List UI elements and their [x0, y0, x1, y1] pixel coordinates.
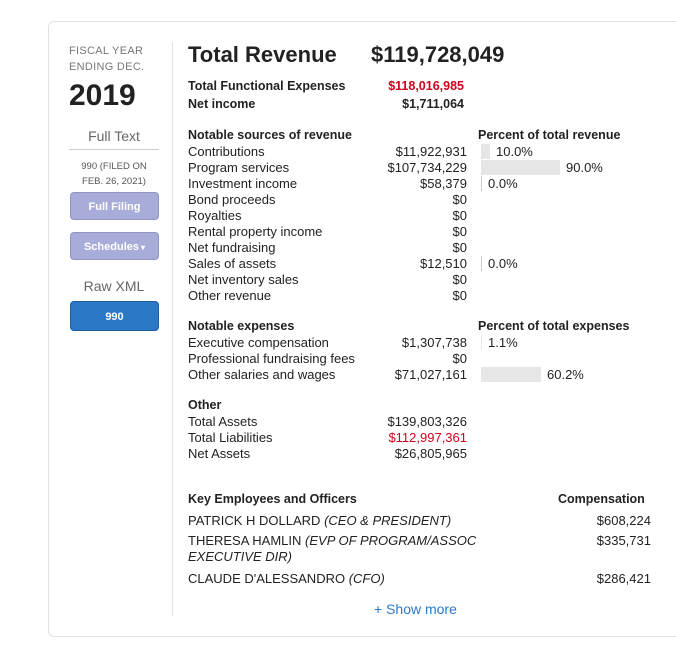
percent-label: 10.0% — [496, 144, 533, 159]
expense-row-value: $0 — [452, 351, 467, 366]
other-row-value: $139,803,326 — [387, 414, 467, 429]
total-revenue-label: Total Revenue — [188, 42, 337, 67]
revenue-row-label: Bond proceeds — [188, 192, 276, 207]
filed-date: 990 (FILED ON FEB. 26, 2021) — [69, 159, 159, 189]
fiscal-year: 2019 — [69, 79, 136, 112]
revenue-row-value: $0 — [452, 240, 467, 255]
expense-row-label: Professional fundraising fees — [188, 351, 355, 366]
expenses-pct-heading: Percent of total expenses — [478, 319, 630, 333]
percent-bar — [481, 160, 560, 175]
percent-label: 1.1% — [488, 335, 518, 350]
revenue-row-label: Contributions — [188, 144, 265, 159]
percent-label: 60.2% — [547, 367, 584, 382]
revenue-row-value: $0 — [452, 272, 467, 287]
revenue-row-label: Investment income — [188, 176, 298, 191]
employee-name: THERESA HAMLIN — [188, 533, 302, 548]
left-divider — [69, 149, 159, 150]
raw-xml-link[interactable]: Raw XML — [69, 278, 159, 294]
percent-label: 0.0% — [488, 176, 518, 191]
revenue-row-value: $0 — [452, 208, 467, 223]
employee-entry: THERESA HAMLIN (EVP OF PROGRAM/ASSOC EXE… — [188, 533, 548, 565]
revenue-row-value: $11,922,931 — [395, 144, 467, 159]
other-row-value: $26,805,965 — [394, 446, 467, 461]
other-row-label: Total Liabilities — [188, 430, 273, 445]
percent-label: 0.0% — [488, 256, 518, 271]
employee-title: (CFO) — [348, 571, 385, 586]
expense-row-label: Executive compensation — [188, 335, 329, 350]
employee-name: PATRICK H DOLLARD — [188, 513, 321, 528]
other-row-value: $112,997,361 — [388, 430, 467, 445]
revenue-pct-heading: Percent of total revenue — [478, 128, 621, 142]
revenue-row-label: Sales of assets — [188, 256, 277, 271]
revenue-row-label: Rental property income — [188, 224, 323, 239]
percent-bar — [481, 144, 490, 159]
revenue-row-value: $0 — [452, 224, 467, 239]
compensation-heading: Compensation — [558, 492, 645, 506]
employee-entry: PATRICK H DOLLARD (CEO & PRESIDENT) — [188, 513, 548, 529]
other-heading: Other — [188, 398, 222, 412]
net-income-label: Net income — [188, 97, 256, 111]
percent-bar-axis — [481, 176, 482, 191]
fiscal-year-label: FISCAL YEAR ENDING DEC. — [69, 43, 144, 75]
expense-row-value: $1,307,738 — [401, 335, 467, 350]
expense-row-label: Other salaries and wages — [188, 367, 336, 382]
fiscal-label-line1: FISCAL YEAR — [69, 45, 144, 57]
employees-heading: Key Employees and Officers — [188, 492, 357, 506]
revenue-row-label: Program services — [188, 160, 290, 175]
filed-line2: FEB. 26, 2021) — [82, 176, 146, 187]
employee-title: (CEO & PRESIDENT) — [324, 513, 452, 528]
revenue-row-label: Royalties — [188, 208, 242, 223]
net-income-value: $1,711,064 — [402, 97, 464, 111]
functional-expenses-label: Total Functional Expenses — [188, 79, 346, 93]
revenue-row-value: $107,734,229 — [387, 160, 467, 175]
employee-compensation: $608,224 — [596, 513, 651, 528]
employee-name: CLAUDE D'ALESSANDRO — [188, 571, 346, 586]
full-filing-button[interactable]: Full Filing — [70, 192, 159, 220]
revenue-row-label: Other revenue — [188, 288, 272, 303]
employee-compensation: $335,731 — [596, 533, 651, 548]
employee-entry: CLAUDE D'ALESSANDRO (CFO) — [188, 571, 548, 587]
expenses-heading: Notable expenses — [188, 319, 295, 333]
functional-expenses-value: $118,016,985 — [388, 79, 464, 93]
percent-bar — [481, 367, 541, 382]
fiscal-label-line2: ENDING DEC. — [69, 61, 145, 73]
percent-label: 90.0% — [566, 160, 603, 175]
caret-down-icon: ▾ — [141, 243, 146, 252]
total-revenue-value: $119,728,049 — [371, 42, 505, 67]
employee-compensation: $286,421 — [596, 571, 651, 586]
revenue-row-value: $0 — [452, 192, 467, 207]
other-row-label: Net Assets — [188, 446, 251, 461]
revenue-heading: Notable sources of revenue — [188, 128, 352, 142]
filing-card: FISCAL YEAR ENDING DEC. 2019 Full Text 9… — [48, 21, 676, 637]
form-990-button[interactable]: 990 — [70, 301, 159, 331]
schedules-button[interactable]: Schedules ▾ — [70, 232, 159, 260]
expense-row-value: $71,027,161 — [394, 367, 467, 382]
schedules-button-label: Schedules — [83, 241, 139, 253]
percent-bar — [481, 335, 482, 350]
revenue-row-label: Net fundraising — [188, 240, 276, 255]
filed-line1: 990 (FILED ON — [81, 161, 147, 172]
column-divider — [172, 42, 173, 616]
revenue-row-value: $58,379 — [420, 176, 467, 191]
percent-bar-axis — [481, 256, 482, 271]
revenue-row-value: $12,510 — [420, 256, 467, 271]
other-row-label: Total Assets — [188, 414, 258, 429]
revenue-row-value: $0 — [452, 288, 467, 303]
show-more-link[interactable]: + Show more — [374, 601, 457, 617]
revenue-row-label: Net inventory sales — [188, 272, 299, 287]
full-text-link[interactable]: Full Text — [69, 128, 159, 144]
